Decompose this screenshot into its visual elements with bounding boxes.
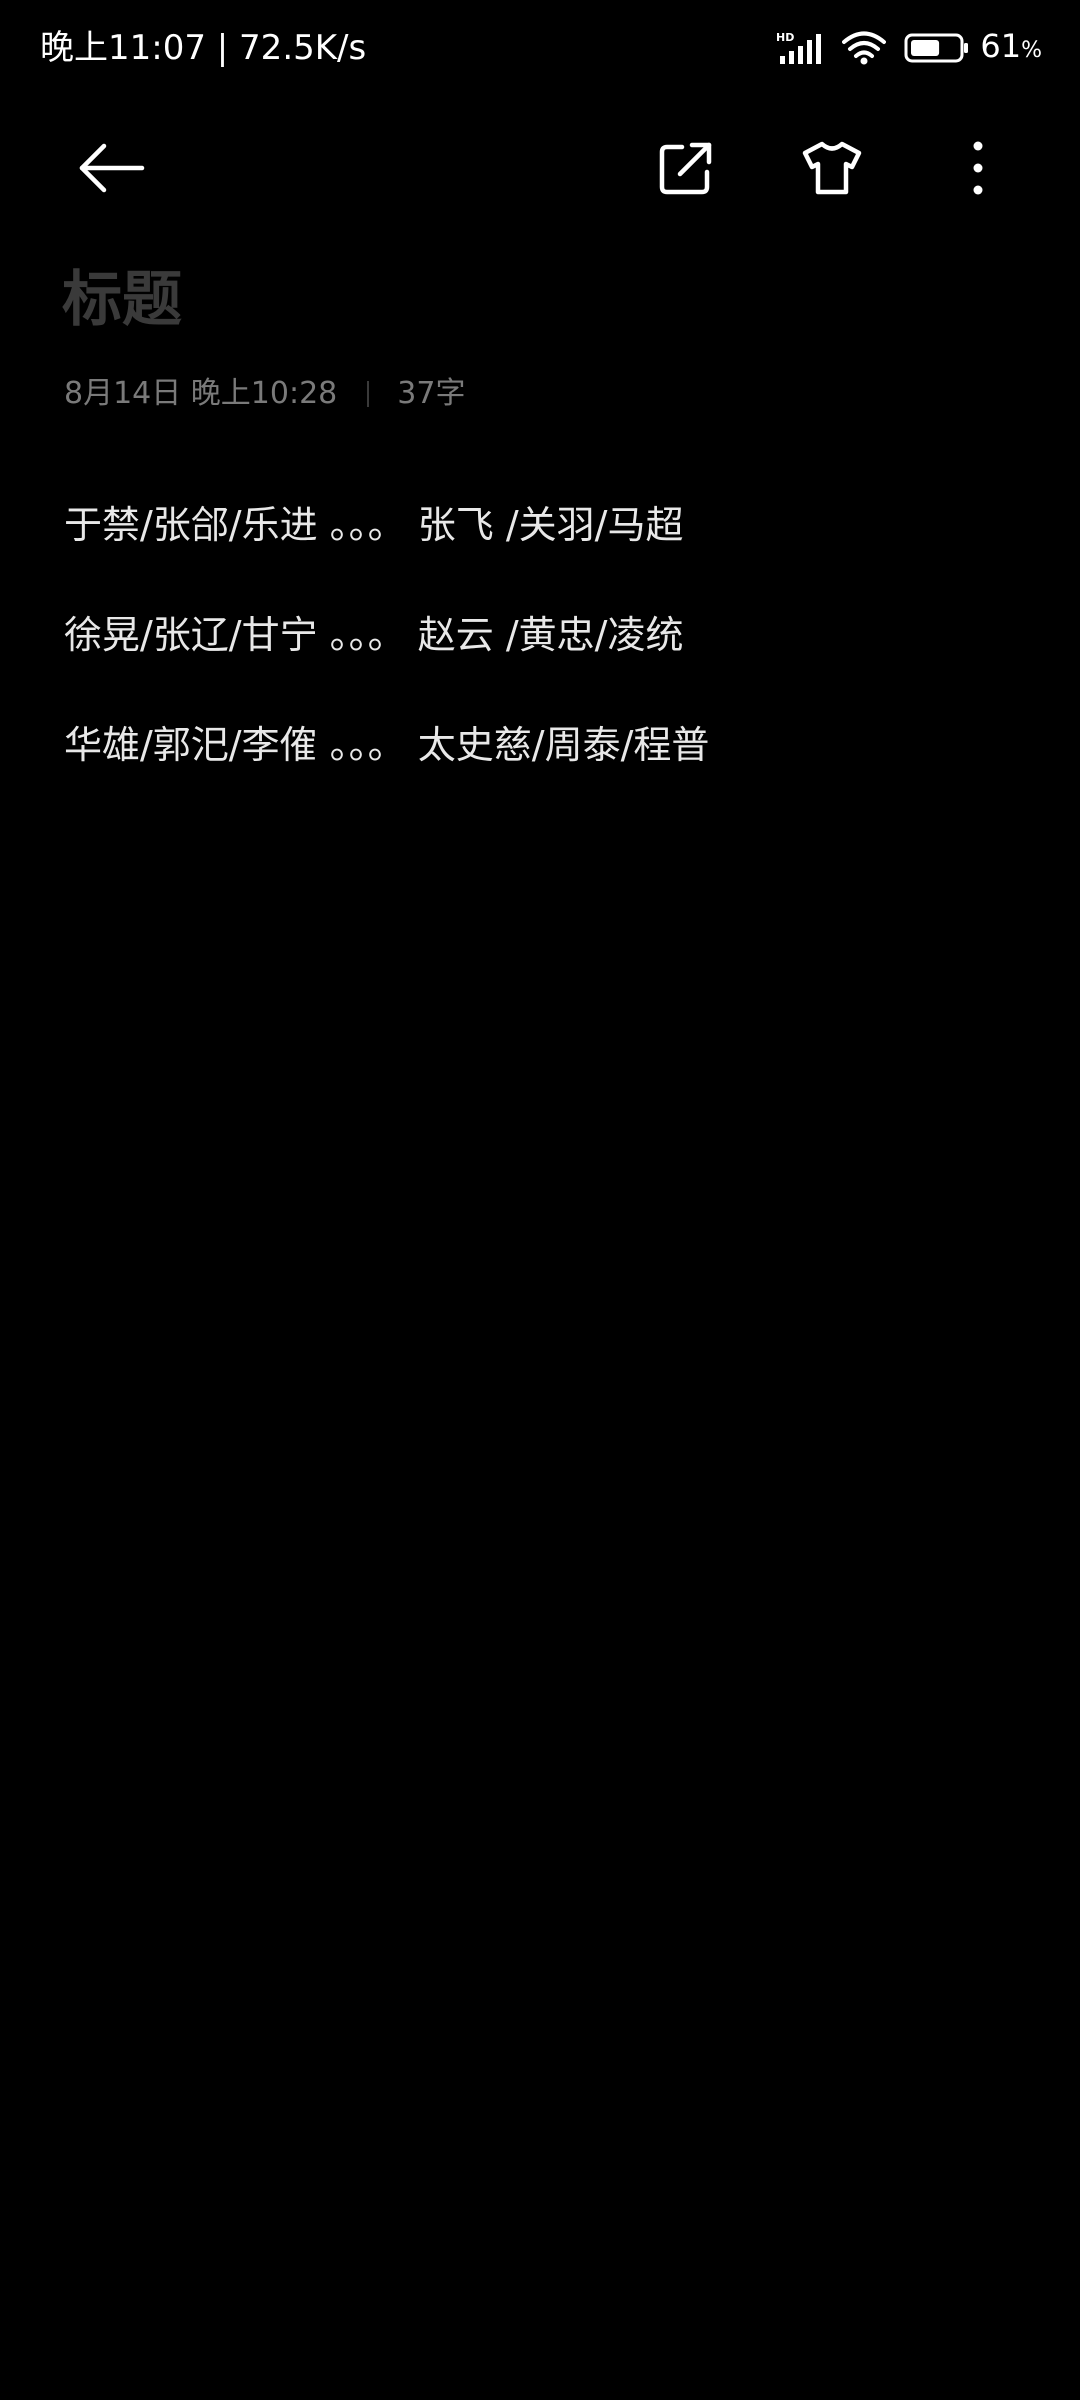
note-line[interactable]: 华雄/郭汜/李傕 。。。 太史慈/周泰/程普	[64, 716, 1024, 774]
status-time-speed: 晚上11:07 | 72.5K/s	[40, 28, 367, 68]
share-button[interactable]	[638, 120, 734, 216]
share-icon	[659, 142, 712, 195]
back-arrow-icon	[79, 143, 145, 193]
theme-button[interactable]	[784, 120, 880, 216]
meta-divider	[367, 381, 370, 407]
battery-icon	[904, 33, 969, 63]
note-body-editor[interactable]: 于禁/张郃/乐进 。。。 张飞 /关羽/马超 徐晃/张辽/甘宁 。。。 赵云 /…	[64, 496, 1024, 826]
battery-unit: %	[1021, 37, 1042, 63]
back-button[interactable]	[64, 120, 160, 216]
more-button[interactable]	[930, 120, 1026, 216]
battery-percent: 61%	[980, 20, 1042, 77]
status-bar: 晚上11:07 | 72.5K/s HD 61%	[0, 0, 1080, 96]
more-vert-icon	[973, 141, 983, 195]
hd-label: HD	[776, 31, 794, 44]
tshirt-theme-icon	[802, 141, 862, 195]
note-line[interactable]: 于禁/张郃/乐进 。。。 张飞 /关羽/马超	[64, 496, 1024, 554]
note-char-count: 37字	[397, 376, 466, 411]
note-meta: 8月14日 晚上10:28 37字	[64, 372, 465, 416]
wifi-icon	[842, 31, 887, 65]
note-line[interactable]: 徐晃/张辽/甘宁 。。。 赵云 /黄忠/凌统	[64, 606, 1024, 664]
note-title-field[interactable]: 标题	[62, 258, 182, 342]
signal-icon: HD	[776, 31, 822, 64]
battery-number: 61	[980, 26, 1022, 65]
note-date: 8月14日 晚上10:28	[64, 376, 338, 411]
note-toolbar	[0, 120, 1080, 216]
status-icons: HD 61%	[776, 22, 1042, 74]
